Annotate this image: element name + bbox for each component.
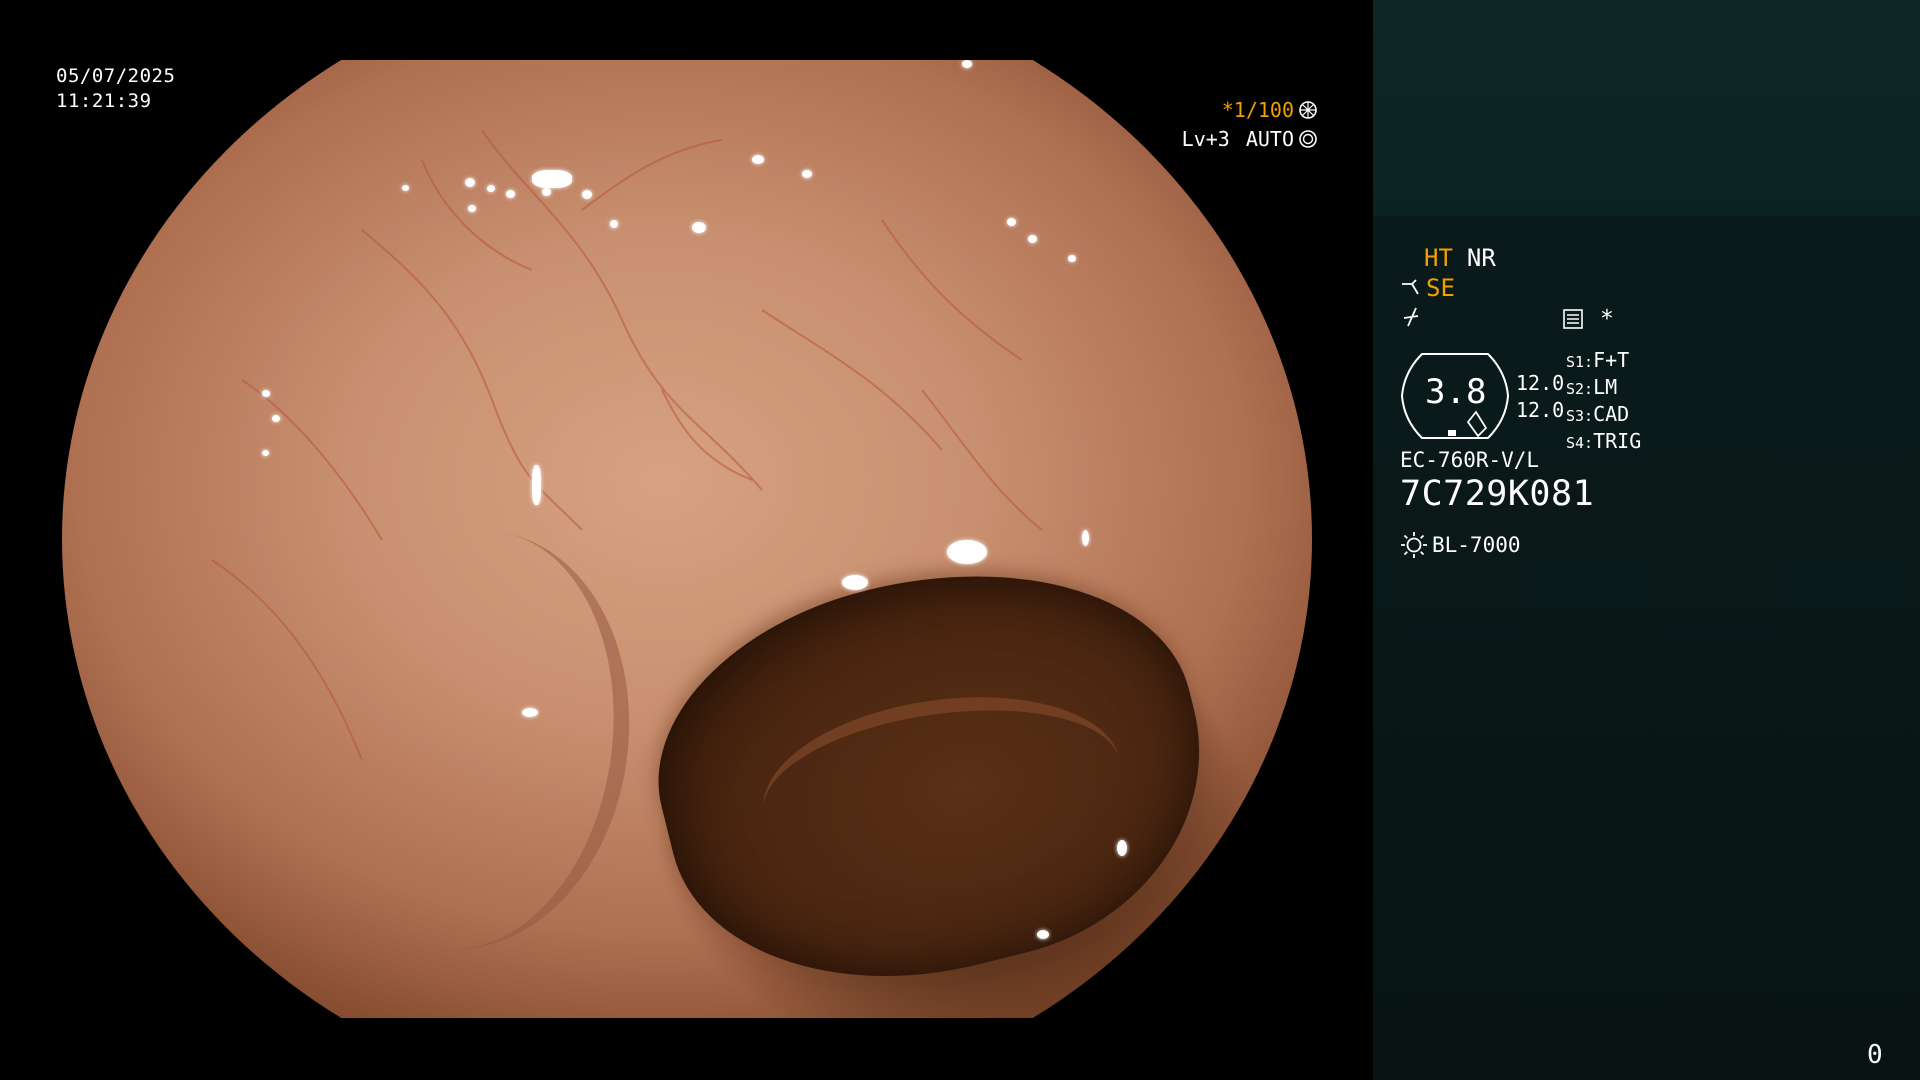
- switch-item: S3:CAD: [1566, 402, 1641, 429]
- switch-indicator-row: [1402, 306, 1422, 328]
- setting-value-2: 12.0: [1516, 398, 1565, 422]
- specular-reflection: [532, 465, 541, 505]
- specular-reflection: [692, 222, 706, 233]
- shutter-label: *1/100: [1221, 98, 1294, 122]
- specular-reflection: [582, 190, 592, 199]
- specular-reflection: [610, 220, 618, 228]
- switch-label: TRIG: [1593, 429, 1642, 453]
- mode-label: AUTO: [1245, 127, 1294, 151]
- processing-flags: HT NR: [1424, 244, 1496, 272]
- setting-value-1: 12.0: [1516, 371, 1565, 395]
- light-source-row: BL-7000: [1400, 531, 1521, 559]
- specular-reflection: [468, 205, 476, 212]
- asterisk-flag: *: [1600, 306, 1614, 332]
- specular-reflection: [487, 185, 495, 192]
- specular-reflection: [465, 178, 475, 187]
- specular-reflection: [542, 188, 551, 196]
- info-panel-header: [1373, 0, 1920, 216]
- specular-reflection: [1007, 218, 1016, 226]
- shutter-dial-icon: [1299, 101, 1317, 119]
- nr-flag: NR: [1466, 244, 1496, 272]
- switch-item: S2:LM: [1566, 375, 1641, 402]
- shutter-speed-indicator: *1/100: [1222, 98, 1318, 122]
- brightness-level-indicator: Lv+3 AUTO: [1182, 127, 1318, 151]
- menu-indicator-row: *: [1562, 306, 1614, 332]
- endoscopic-image: [62, 60, 1312, 1018]
- specular-reflection: [1028, 235, 1037, 243]
- scissors-icon: [1402, 279, 1419, 295]
- switch-icon: [1403, 307, 1419, 327]
- frame-counter: 0: [1867, 1040, 1883, 1070]
- time-label: 11:21:39: [56, 90, 152, 112]
- specular-reflection: [1037, 930, 1049, 939]
- switch-key: S1:: [1566, 353, 1594, 371]
- specular-reflection: [272, 415, 280, 422]
- specular-reflection: [522, 708, 538, 717]
- lamp-icon: [1401, 532, 1427, 558]
- specular-reflection: [402, 185, 409, 191]
- switch-key: S2:: [1566, 380, 1594, 398]
- structure-enhance-row: SE: [1400, 274, 1455, 302]
- specular-reflection: [1082, 530, 1089, 546]
- switch-assignments: S1:F+T S2:LM S3:CAD S4:TRIG: [1566, 348, 1641, 456]
- specular-reflection: [1068, 255, 1076, 262]
- scope-serial: 7C729K081: [1400, 474, 1595, 514]
- gauge-value: 3.8: [1425, 372, 1487, 412]
- light-source-label: BL-7000: [1432, 533, 1521, 557]
- specular-reflection: [802, 170, 812, 178]
- switch-item: S4:TRIG: [1566, 429, 1641, 456]
- specular-reflection: [506, 190, 515, 198]
- vascular-pattern: [211, 129, 1043, 761]
- specular-reflection: [532, 170, 572, 188]
- switch-key: S4:: [1566, 434, 1594, 452]
- scope-model: EC-760R-V/L: [1400, 448, 1540, 472]
- switch-label: F+T: [1593, 348, 1630, 372]
- menu-list-icon: [1563, 309, 1583, 329]
- specular-reflection: [752, 155, 764, 164]
- specular-reflection: [947, 540, 987, 564]
- switch-label: CAD: [1593, 402, 1630, 426]
- switch-key: S3:: [1566, 407, 1594, 425]
- ht-flag: HT: [1424, 244, 1453, 272]
- auto-iris-icon: [1299, 130, 1317, 148]
- se-flag: SE: [1426, 274, 1455, 302]
- level-label: Lv+3: [1181, 127, 1230, 151]
- specular-reflection: [262, 390, 270, 397]
- specular-reflection: [962, 60, 972, 68]
- switch-label: LM: [1593, 375, 1618, 399]
- datetime-display: 05/07/2025 11:21:39: [56, 64, 175, 114]
- specular-reflection: [262, 450, 269, 456]
- date-label: 05/07/2025: [56, 65, 176, 87]
- switch-item: S1:F+T: [1566, 348, 1641, 375]
- specular-reflection: [1117, 840, 1127, 856]
- specular-reflection: [842, 575, 868, 590]
